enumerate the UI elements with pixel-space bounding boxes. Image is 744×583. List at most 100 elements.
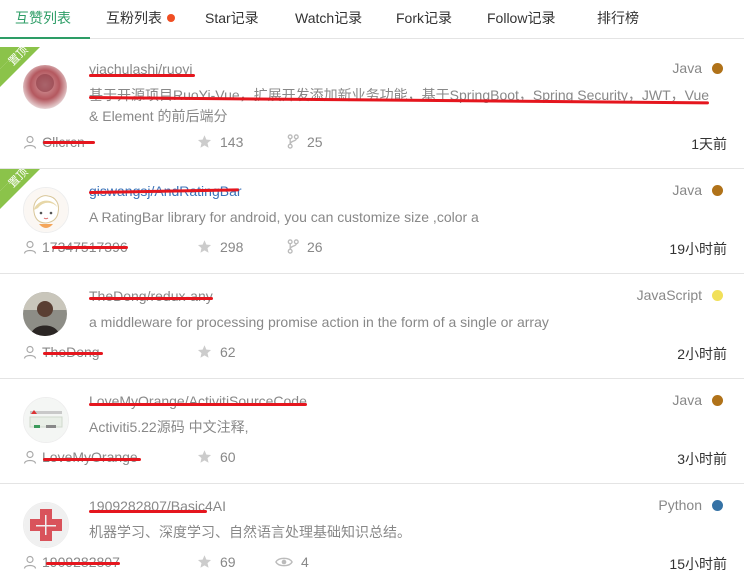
star-icon [197,345,212,358]
avatar[interactable] [23,65,67,109]
language-indicator: Java [672,60,723,76]
tab-mutual-follows[interactable]: 互粉列表 [106,0,175,38]
fork-count: 26 [287,239,323,255]
user-icon [23,345,37,359]
star-icon [197,135,212,148]
redaction-mark [43,458,141,461]
star-count-value: 298 [220,239,244,255]
star-count-value: 69 [220,554,236,570]
redaction-mark [43,352,103,355]
tab-mutual-likes[interactable]: 互赞列表 [15,0,71,38]
language-color-dot [712,290,723,301]
avatar[interactable] [23,292,67,336]
eye-icon [275,557,293,567]
fork-icon [287,239,299,254]
redaction-mark [89,74,195,77]
tab-follow-records[interactable]: Follow记录 [487,0,555,38]
fork-count-value: 26 [307,239,323,255]
language-name: Java [672,392,702,408]
repo-description: A RatingBar library for android, you can… [89,209,479,225]
tab-bar: 互赞列表 互粉列表 Star记录 Watch记录 Fork记录 Follow记录… [0,0,744,39]
user-icon [23,450,37,464]
repo-link[interactable]: TheDong/redux-any [89,288,213,304]
star-count-value: 60 [220,449,236,465]
repo-meta: 17347517396 298 26 19小时前 [23,239,727,257]
language-name: Java [672,182,702,198]
repo-name: LoveMyOrange/ActivitiSourceCode [89,393,307,409]
language-indicator: Java [672,392,723,408]
repo-card[interactable]: 置顶 yiachulashi/ruoyi Java 基于开源项目RuoYi-Vu… [0,47,744,169]
language-color-dot [712,63,723,74]
repo-description: 基于开源项目RuoYi-Vue，扩展开发添加新业务功能，基于SpringBoot… [89,87,710,124]
redaction-mark [89,297,213,300]
language-name: JavaScript [636,287,702,303]
language-name: Python [658,497,702,513]
tab-label: 排行榜 [597,10,639,26]
avatar[interactable] [23,502,69,548]
watch-count: 4 [275,554,309,570]
repo-description: a middleware for processing promise acti… [89,314,549,330]
owner-name: LoveMyOrange [42,449,138,465]
tab-fork-records[interactable]: Fork记录 [396,0,452,38]
redaction-mark [89,510,207,513]
tab-label: Watch记录 [295,10,363,26]
tab-leaderboard[interactable]: 排行榜 [597,0,639,38]
tab-label: 互粉列表 [106,10,162,26]
tab-label: Follow记录 [487,10,556,26]
active-tab-indicator [0,37,90,39]
updated-time: 2小时前 [677,346,727,362]
repo-link[interactable]: LoveMyOrange/ActivitiSourceCode [89,393,307,409]
tab-label: 互赞列表 [15,10,71,26]
redaction-mark [89,403,307,406]
repo-name: TheDong/redux-any [89,288,213,304]
repo-card[interactable]: 1909282807/Basic4AI Python 机器学习、深度学习、自然语… [0,484,744,583]
language-color-dot [712,395,723,406]
star-icon [197,555,212,568]
repo-meta: 1909282807 69 4 15小时前 [23,554,727,572]
language-indicator: Python [658,497,723,513]
tab-star-records[interactable]: Star记录 [205,0,259,38]
star-count: 69 [197,554,236,570]
star-count: 298 [197,239,243,255]
language-color-dot [712,500,723,511]
fork-icon [287,134,299,149]
repo-meta: TheDong 62 2小时前 [23,344,727,362]
owner[interactable]: LoveMyOrange [23,449,138,465]
tab-label: Fork记录 [396,10,452,26]
avatar[interactable] [23,187,69,233]
tab-label: Star记录 [205,10,259,26]
watch-count-value: 4 [301,554,309,570]
language-indicator: Java [672,182,723,198]
user-icon [23,135,37,149]
redaction-mark [43,141,95,144]
user-icon [23,240,37,254]
redaction-mark [52,246,128,249]
star-icon [197,240,212,253]
updated-time: 19小时前 [669,241,727,257]
updated-time: 3小时前 [677,451,727,467]
updated-time: 1天前 [691,136,727,152]
repo-description: 机器学习、深度学习、自然语言处理基础知识总结。 [89,524,411,540]
notification-dot [167,14,175,22]
repo-card[interactable]: 置顶 giswangsj/AndRatingBar Java A RatingB… [0,169,744,274]
language-indicator: JavaScript [637,287,723,303]
star-count-value: 62 [220,344,236,360]
language-name: Java [672,60,702,76]
redaction-mark [46,562,120,565]
updated-time: 15小时前 [669,556,727,572]
repo-description: Activiti5.22源码 中文注释, [89,419,249,435]
star-count: 62 [197,344,236,360]
repo-card[interactable]: LoveMyOrange/ActivitiSourceCode Java Act… [0,379,744,484]
repo-card[interactable]: TheDong/redux-any JavaScript a middlewar… [0,274,744,379]
star-count: 60 [197,449,236,465]
star-count-value: 143 [220,134,244,150]
language-color-dot [712,185,723,196]
star-count: 143 [197,134,243,150]
fork-count: 25 [287,134,323,150]
fork-count-value: 25 [307,134,323,150]
repo-meta: Cllcrcn 143 25 1天前 [23,134,727,152]
user-icon [23,555,37,569]
star-icon [197,450,212,463]
tab-watch-records[interactable]: Watch记录 [295,0,362,38]
avatar[interactable] [23,397,69,443]
